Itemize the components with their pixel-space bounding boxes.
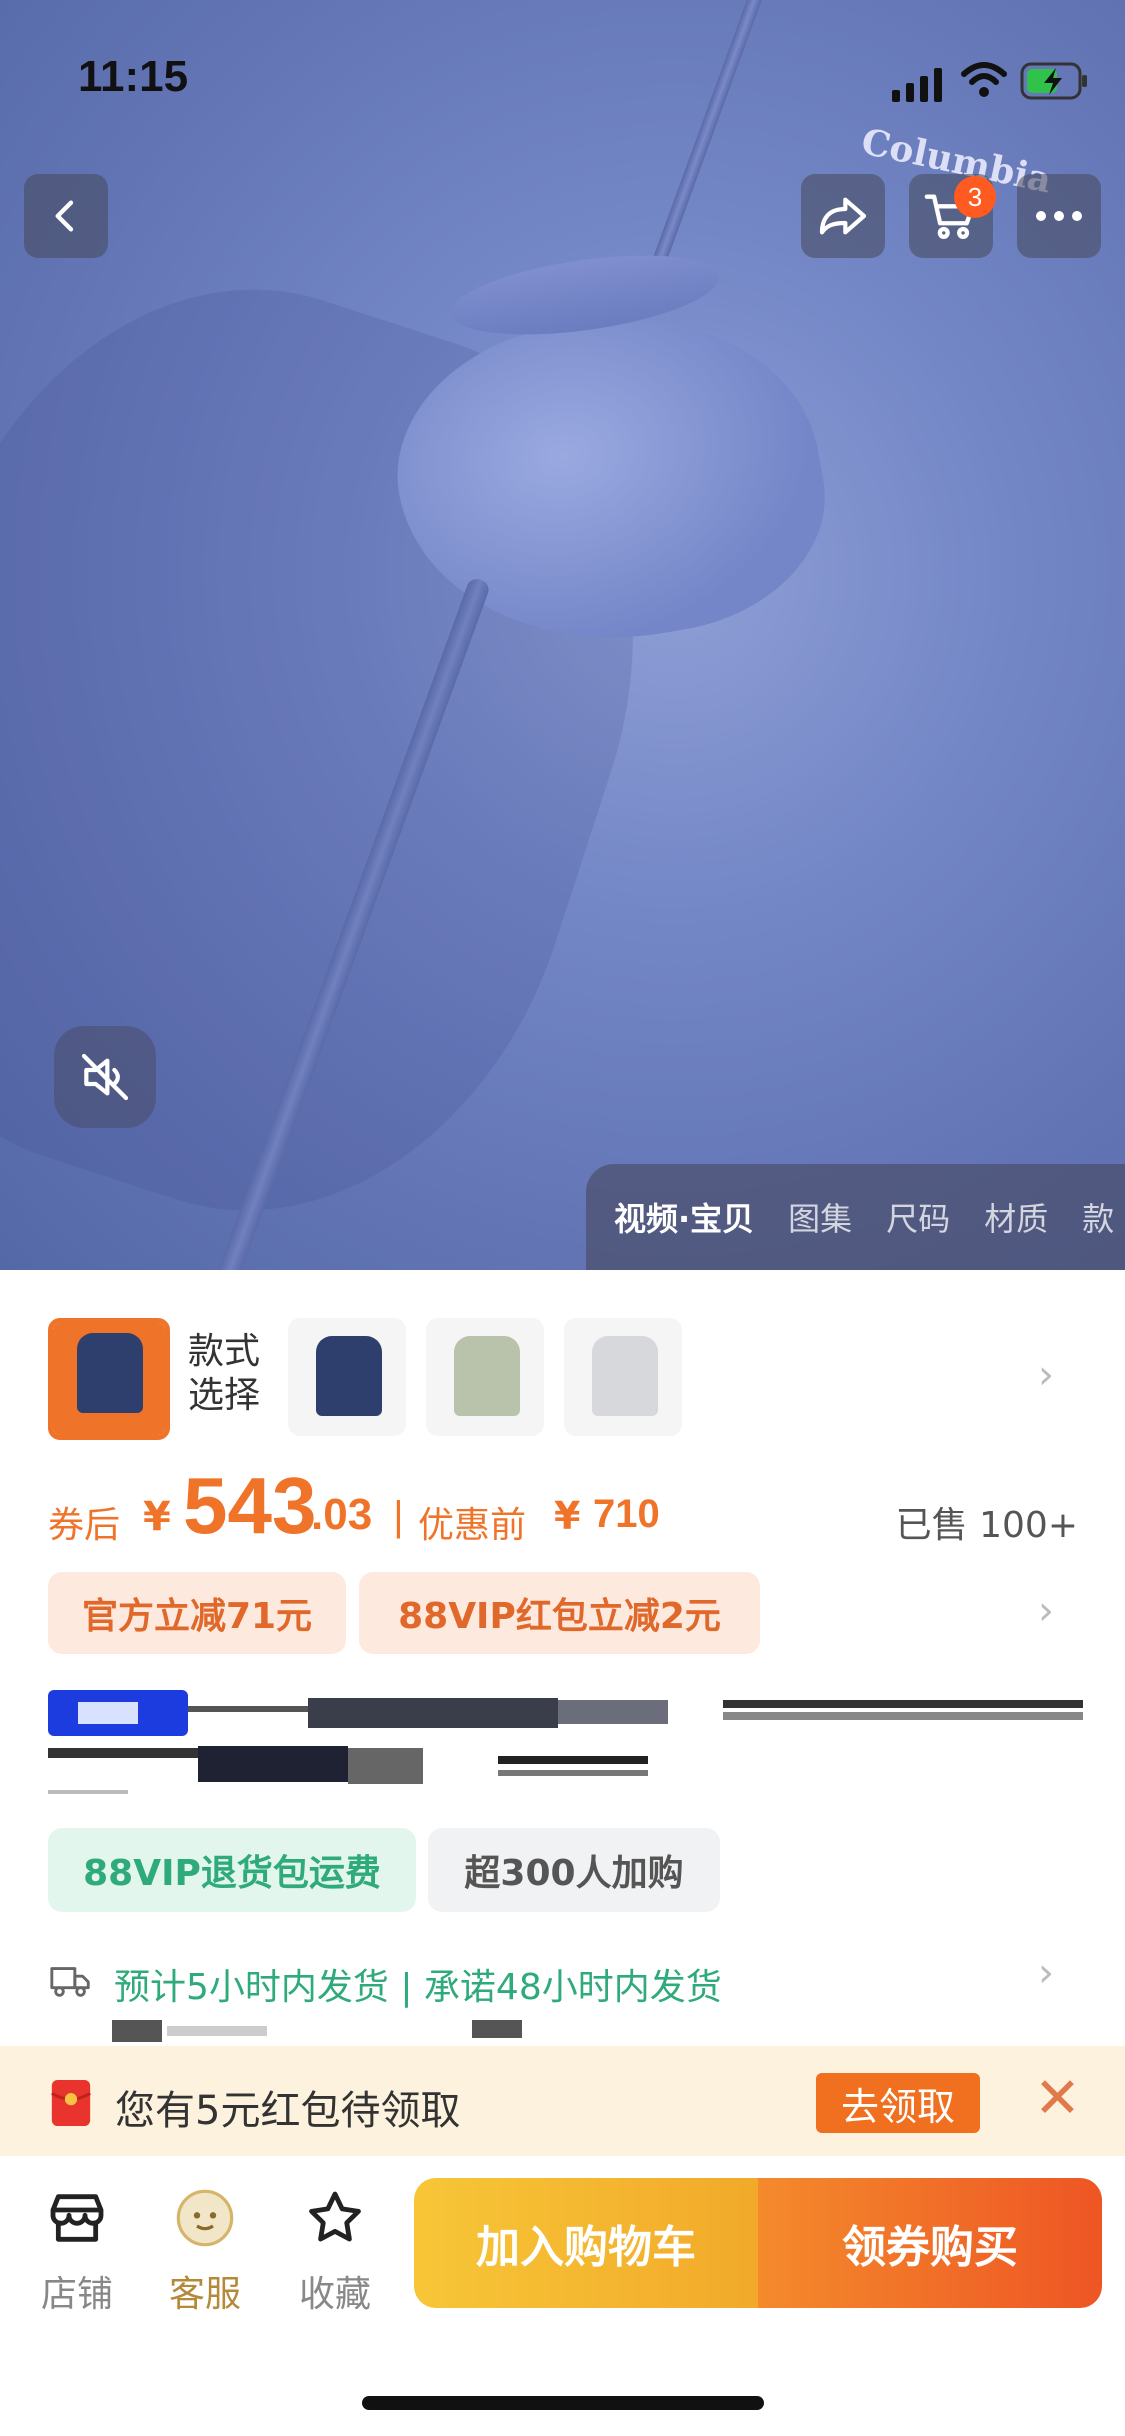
redaction [188, 1706, 308, 1712]
status-time: 11:15 [78, 52, 189, 101]
before-discount-label: 优惠前 [418, 1505, 527, 1546]
variant-thumb-grey[interactable] [564, 1318, 682, 1436]
favorite-button[interactable]: 收藏 [280, 2186, 390, 2317]
variant-label: 款式 选择 [188, 1330, 260, 1418]
brand-badge [48, 1690, 188, 1736]
bottom-action-bar: 店铺 客服 收藏 加入购物车 领券购买 [0, 2156, 1125, 2436]
redaction [198, 1746, 348, 1782]
media-tab-more[interactable]: 款 [1082, 1194, 1114, 1240]
shipping-info-row[interactable]: 预计5小时内发货 | 承诺48小时内发货 › [48, 1950, 1078, 2010]
media-tab-material[interactable]: 材质 [984, 1194, 1048, 1240]
redaction [48, 1790, 128, 1794]
shop-button[interactable]: 店铺 [22, 2186, 132, 2317]
redacted-subline [112, 2020, 522, 2042]
jacket-thumb-sage [454, 1336, 520, 1416]
jacket-thumb-navy [77, 1333, 143, 1413]
redaction [472, 2020, 522, 2038]
back-button[interactable] [24, 174, 108, 258]
cart-add-count-tag: 超300人加购 [428, 1828, 720, 1912]
after-coupon-label: 券后 [48, 1505, 121, 1546]
variant-label-line2: 选择 [188, 1375, 261, 1416]
star-icon [309, 2191, 361, 2242]
claim-red-packet-button[interactable]: 去领取 [816, 2073, 980, 2133]
redaction [112, 2020, 162, 2042]
chevron-right-icon[interactable]: › [1038, 1352, 1054, 1398]
customer-service-button[interactable]: 客服 [150, 2186, 260, 2317]
variant-label-line1: 款式 [188, 1331, 261, 1372]
price-row: 券后 ¥ 543 .03 | 优惠前 ¥ 710 已售 100+ [48, 1461, 1078, 1556]
vip-return-shipping-tag[interactable]: 88VIP退货包运费 [48, 1828, 416, 1912]
redaction [498, 1770, 648, 1776]
speaker-muted-icon [81, 1053, 129, 1101]
jacket-thumb-grey [592, 1336, 658, 1416]
cellular-signal-icon [892, 68, 942, 102]
promo-tag-vip-redpacket[interactable]: 88VIP红包立减2元 [359, 1572, 760, 1654]
redaction [167, 2026, 267, 2036]
wifi-icon [961, 62, 1007, 97]
store-icon [50, 2194, 104, 2242]
media-tab-size[interactable]: 尺码 [886, 1194, 950, 1240]
currency-symbol: ¥ [143, 1494, 171, 1540]
red-envelope-icon [51, 2080, 91, 2126]
favorite-label: 收藏 [298, 2274, 371, 2315]
mute-button[interactable] [54, 1026, 156, 1128]
chevron-right-icon[interactable]: › [1038, 1950, 1054, 1996]
sold-count: 已售 100+ [895, 1505, 1078, 1546]
chevron-right-icon[interactable]: › [1038, 1588, 1054, 1634]
media-tab-bar: 视频·宝贝 图集 尺码 材质 款 [586, 1164, 1125, 1270]
shop-label: 店铺 [40, 2274, 113, 2315]
close-icon[interactable]: ✕ [1034, 2066, 1081, 2131]
redaction [558, 1700, 668, 1724]
brand-badge-fill [78, 1702, 138, 1724]
add-to-cart-button[interactable]: 加入购物车 [414, 2178, 758, 2308]
chevron-left-icon [55, 200, 74, 232]
variant-thumb-sage[interactable] [426, 1318, 544, 1436]
more-dots-icon [1036, 211, 1082, 221]
currency-symbol-original: ¥ [554, 1494, 581, 1538]
cart-count-badge: 3 [954, 176, 996, 218]
delivery-truck-icon [50, 1967, 90, 1997]
customer-service-label: 客服 [168, 2274, 241, 2315]
media-tab-video[interactable]: 视频·宝贝 [614, 1194, 754, 1240]
battery-charging-icon [1020, 62, 1087, 100]
service-mascot-icon [176, 2189, 234, 2247]
more-button[interactable] [1017, 174, 1101, 258]
original-price: 710 [593, 1492, 660, 1536]
redaction [723, 1700, 1083, 1708]
redaction [498, 1756, 648, 1764]
product-title-redacted [48, 1690, 1083, 1800]
redaction [723, 1712, 1083, 1720]
redaction [308, 1698, 558, 1728]
home-indicator[interactable] [362, 2396, 764, 2410]
variant-thumb-navy[interactable] [288, 1318, 406, 1436]
share-button[interactable] [801, 174, 885, 258]
share-icon [819, 197, 867, 235]
red-packet-banner[interactable]: 您有5元红包待领取 去领取 ✕ [0, 2046, 1125, 2156]
price-separator: | [392, 1494, 405, 1538]
promo-tag-discount[interactable]: 官方立减71元 [48, 1572, 346, 1654]
price-decimal: .03 [311, 1490, 373, 1539]
variant-selector[interactable]: 款式 选择 › [48, 1318, 1088, 1440]
redaction [348, 1748, 423, 1784]
buy-now-button[interactable]: 领券购买 [758, 2178, 1102, 2308]
price-integer: 543 [183, 1461, 317, 1550]
media-tab-gallery[interactable]: 图集 [788, 1194, 852, 1240]
red-packet-text: 您有5元红包待领取 [115, 2088, 461, 2134]
shipping-text: 预计5小时内发货 | 承诺48小时内发货 [114, 1967, 722, 2008]
status-bar: 11:15 [0, 0, 1125, 140]
jacket-thumb-navy [316, 1336, 382, 1416]
variant-thumb-selected[interactable] [48, 1318, 170, 1440]
